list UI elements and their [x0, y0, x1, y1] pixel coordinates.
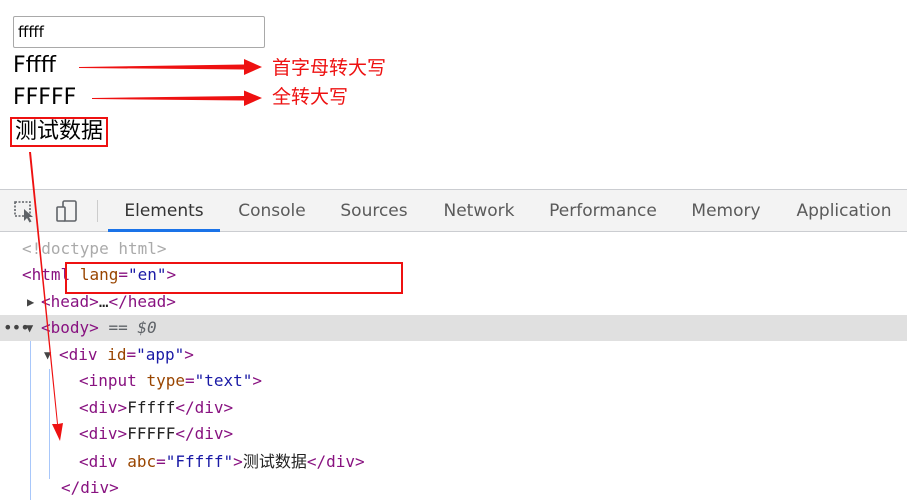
inspect-element-icon[interactable]: [12, 198, 38, 224]
dom-div-node[interactable]: <div>FFFFF</div>: [0, 421, 907, 447]
dom-div-abc-node[interactable]: <div abc="Fffff">测试数据</div>: [0, 449, 907, 475]
dom-div-node[interactable]: <div>Fffff</div>: [0, 395, 907, 421]
tab-performance[interactable]: Performance: [542, 190, 664, 232]
dom-input-node[interactable]: <input type="text">: [0, 368, 907, 394]
collapse-triangle-icon[interactable]: ▼: [44, 342, 51, 368]
uppercase-output: FFFFF: [13, 85, 77, 110]
div-id-attr-value: "app": [136, 345, 185, 364]
div-id-attr-name: id: [107, 345, 127, 364]
device-toolbar-icon[interactable]: [54, 198, 80, 224]
div-tag-name: div: [88, 424, 118, 443]
div-close-tag-name: div: [326, 452, 355, 471]
collapsed-ellipsis: …: [98, 292, 109, 311]
expand-triangle-icon[interactable]: ▶: [27, 289, 34, 315]
div-abc-attr-value: "Fffff": [165, 452, 234, 471]
tab-network[interactable]: Network: [434, 190, 524, 232]
page-viewport: Fffff FFFFF 测试数据 首字母转大写 全转大写: [0, 0, 907, 189]
devtools-toolbar: Elements Console Sources Network Perform…: [0, 189, 907, 232]
input-attr-name: type: [146, 371, 185, 390]
div-close-tag-name: div: [194, 398, 224, 417]
highlight-box: [65, 262, 403, 294]
div-tag-name: div: [88, 452, 118, 471]
tab-sources[interactable]: Sources: [332, 190, 416, 232]
body-tag-name: body: [50, 318, 90, 337]
head-tag-name: head: [50, 292, 90, 311]
div-tag-name: div: [88, 398, 118, 417]
devtools-panel: Elements Console Sources Network Perform…: [0, 189, 907, 500]
div-tag-name: div: [68, 345, 98, 364]
text-input[interactable]: [13, 16, 265, 48]
dom-div-close-node[interactable]: </div>: [0, 475, 907, 501]
test-data-output: 测试数据: [10, 117, 109, 147]
active-tab-indicator: [108, 229, 220, 232]
tab-elements[interactable]: Elements: [108, 190, 220, 232]
div-text-content: FFFFF: [127, 424, 176, 443]
uppercase-annotation: 全转大写: [272, 86, 349, 108]
dom-div-app-node[interactable]: ▼ <div id="app">: [0, 342, 907, 368]
collapse-triangle-icon[interactable]: ▼: [26, 315, 33, 341]
head-close-tag-name: head: [127, 292, 167, 311]
toolbar-divider: [97, 200, 98, 222]
capitalized-output: Fffff: [13, 53, 56, 78]
dom-body-node[interactable]: ••• ▼ <body> == $0: [0, 315, 907, 341]
dom-doctype[interactable]: <!doctype html>: [0, 236, 907, 262]
div-text-content: 测试数据: [242, 452, 307, 471]
div-close-tag-name: div: [80, 478, 110, 497]
div-abc-attr-name: abc: [127, 452, 157, 471]
doctype-text: <!doctype html>: [22, 239, 167, 258]
capitalize-annotation: 首字母转大写: [272, 57, 387, 79]
div-text-content: Fffff: [127, 398, 176, 417]
tab-application[interactable]: Application: [788, 190, 900, 232]
tab-console[interactable]: Console: [228, 190, 316, 232]
tab-memory[interactable]: Memory: [682, 190, 770, 232]
input-attr-value: "text": [194, 371, 253, 390]
selected-node-marker: == $0: [108, 318, 157, 337]
div-close-tag-name: div: [194, 424, 224, 443]
input-tag-name: input: [88, 371, 137, 390]
